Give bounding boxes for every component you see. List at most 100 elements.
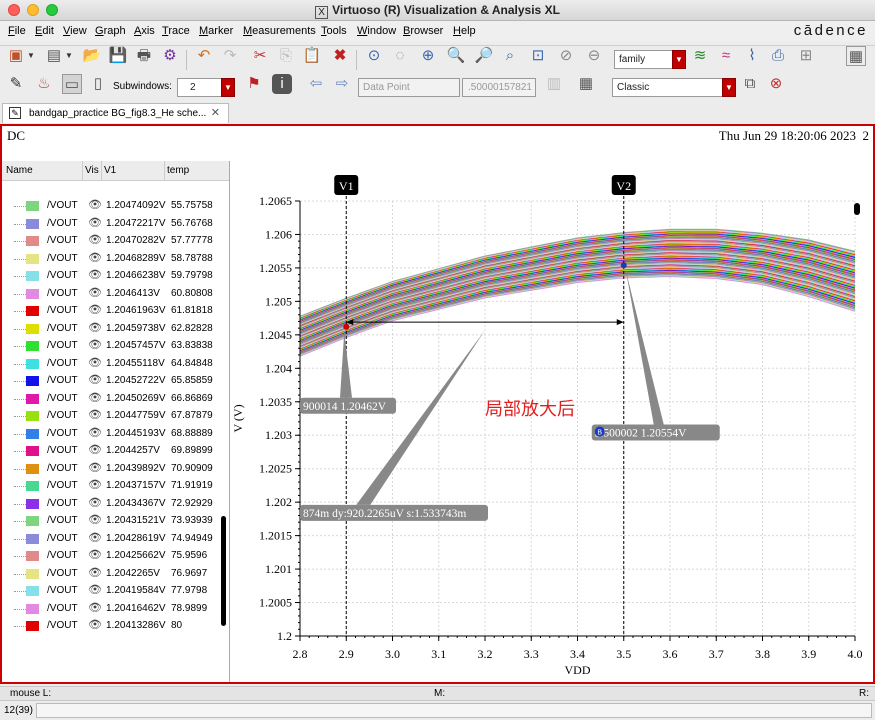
legend-row[interactable]: /VOUT 👁 1.20455118V 64.84848 [2,356,229,373]
trace-color-swatch[interactable] [26,533,39,544]
trace-color-swatch[interactable] [26,393,39,404]
menu-edit[interactable]: Edit [35,25,54,37]
eye-icon[interactable]: 👁 [88,478,102,491]
clear-style-icon[interactable]: ⊗ [766,74,786,94]
legend-row[interactable]: /VOUT 👁 1.20445193V 68.88889 [2,426,229,443]
redo-icon[interactable]: ↷ [220,46,240,66]
trace-color-swatch[interactable] [26,323,39,334]
eye-icon[interactable]: 👁 [88,216,102,229]
eye-icon[interactable]: 👁 [88,268,102,281]
legend-row[interactable]: /VOUT 👁 1.20466238V 59.79798 [2,268,229,285]
close-tab-icon[interactable]: ✕ [211,104,220,123]
layout-icon[interactable]: ⊞ [796,46,816,66]
menu-file[interactable]: File [8,25,26,37]
open-folder-icon[interactable]: 📂 [82,46,102,66]
trace-color-swatch[interactable] [26,271,39,281]
print-icon[interactable]: 🖶 [134,46,154,66]
trace-color-swatch[interactable] [26,463,39,474]
trace-color-swatch[interactable] [26,568,39,579]
zoom-area-icon[interactable]: ⊘ [556,46,576,66]
dropdown-arrow-icon[interactable]: ▼ [64,46,74,66]
legend-row[interactable]: /VOUT 👁 1.20447759V 67.87879 [2,408,229,425]
eye-icon[interactable]: 👁 [88,583,102,596]
new-window-icon[interactable]: ▣ [6,46,26,66]
trace-color-swatch[interactable] [26,428,39,439]
legend-row[interactable]: /VOUT 👁 1.20439892V 70.90909 [2,461,229,478]
marker-icon[interactable]: ♨ [34,74,54,94]
trace-color-swatch[interactable] [26,236,39,246]
graph-icon[interactable]: ⌇ [742,46,762,66]
zoom-in-icon[interactable]: ⊕ [418,46,438,66]
trace-color-swatch[interactable] [26,498,39,509]
eye-icon[interactable]: 👁 [88,391,102,404]
trace-color-swatch[interactable] [26,201,39,211]
trace-color-swatch[interactable] [26,621,39,631]
cut-icon[interactable]: ✂ [250,46,270,66]
legend-row[interactable]: /VOUT 👁 1.20428619V 74.94949 [2,531,229,548]
legend-row[interactable]: /VOUT 👁 1.20472217V 56.76768 [2,216,229,233]
trace-color-swatch[interactable] [26,341,39,351]
info-icon[interactable]: i [272,74,292,94]
datapoint-number[interactable]: .50000157821 [462,78,536,97]
menu-view[interactable]: View [63,25,87,37]
delete-icon[interactable]: ✖ [330,46,350,66]
menu-tools[interactable]: Tools [321,25,347,37]
legend-row[interactable]: /VOUT 👁 1.20419584V 77.9798 [2,583,229,600]
grid-icon[interactable]: ▦ [846,46,866,66]
strip-chart-icon[interactable]: ≋ [690,46,710,66]
trace-color-icon[interactable]: ≈ [716,46,736,66]
flag-icon[interactable]: ⚑ [244,74,264,94]
eye-icon[interactable]: 👁 [88,356,102,369]
menu-window[interactable]: Window [357,25,396,37]
datapoint-select[interactable]: Data Point [358,78,460,97]
menu-trace[interactable]: Trace [162,25,190,37]
legend-row[interactable]: /VOUT 👁 1.20425662V 75.9596 [2,548,229,565]
export-icon[interactable]: ⎙ [768,46,788,66]
style-select[interactable]: Classic ▼ [612,78,736,97]
legend-scrollbar[interactable] [221,516,226,626]
eye-icon[interactable]: 👁 [88,443,102,456]
eye-icon[interactable]: 👁 [88,321,102,334]
marker-point-a[interactable] [343,323,350,330]
eye-icon[interactable]: 👁 [88,198,102,211]
right-scroll-handle[interactable] [854,203,860,215]
menu-measurements[interactable]: Measurements [243,25,316,37]
dropdown-arrow-icon[interactable]: ▼ [26,46,36,66]
trace-color-swatch[interactable] [26,306,39,316]
fit-to-view-icon[interactable]: ⊡ [528,46,548,66]
command-input[interactable] [36,703,872,718]
legend-row[interactable]: /VOUT 👁 1.20461963V 61.81818 [2,303,229,320]
legend-row[interactable]: /VOUT 👁 1.20468289V 58.78788 [2,251,229,268]
legend-row[interactable]: /VOUT 👁 1.20413286V 80 [2,618,229,635]
legend-row[interactable]: /VOUT 👁 1.20474092V 55.75758 [2,198,229,215]
trace-color-swatch[interactable] [26,358,39,369]
legend-row[interactable]: /VOUT 👁 1.20416462V 78.9899 [2,601,229,618]
chevron-down-icon[interactable]: ▼ [672,50,686,69]
legend-row[interactable]: /VOUT 👁 1.2044257V 69.89899 [2,443,229,460]
menu-help[interactable]: Help [453,25,476,37]
trace-color-swatch[interactable] [26,586,39,596]
new-subwindow-icon[interactable]: ▤ [44,46,64,66]
trace-color-swatch[interactable] [26,481,39,491]
col-vis[interactable]: Vis [85,165,99,176]
undo-icon[interactable]: ↶ [194,46,214,66]
trace-color-swatch[interactable] [26,516,39,526]
trace-color-swatch[interactable] [26,446,39,456]
trace-color-swatch[interactable] [26,551,39,561]
legend-row[interactable]: /VOUT 👁 1.20457457V 63.83838 [2,338,229,355]
menu-browser[interactable]: Browser [403,25,443,37]
menu-graph[interactable]: Graph [95,25,126,37]
eye-icon[interactable]: 👁 [88,426,102,439]
zoom-x-icon[interactable]: 🔍 [446,46,466,66]
eye-icon[interactable]: 👁 [88,373,102,386]
eye-icon[interactable]: 👁 [88,548,102,561]
forward-icon[interactable]: ⇨ [332,74,352,94]
legend-row[interactable]: /VOUT 👁 1.20437157V 71.91919 [2,478,229,495]
eye-icon[interactable]: 👁 [88,303,102,316]
legend-row[interactable]: /VOUT 👁 1.20431521V 73.93939 [2,513,229,530]
col-v1[interactable]: V1 [104,165,116,176]
col-name[interactable]: Name [6,165,33,176]
zoom-box-icon[interactable]: ⌕ [500,46,520,66]
legend-row[interactable]: /VOUT 👁 1.20434367V 72.92929 [2,496,229,513]
zoom-out-icon[interactable]: ⊖ [584,46,604,66]
